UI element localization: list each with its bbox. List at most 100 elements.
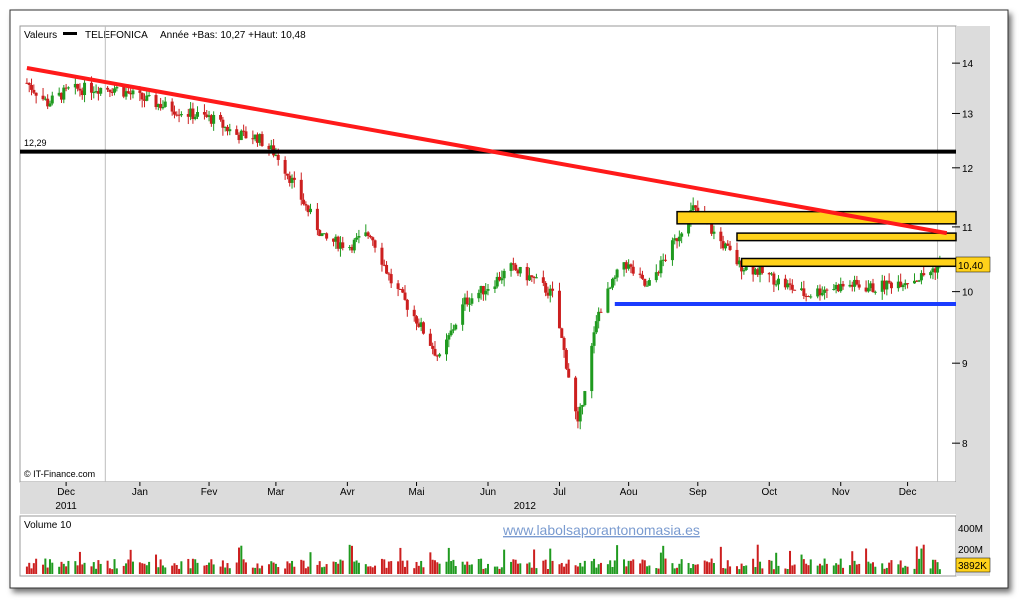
candle-body bbox=[138, 90, 142, 93]
candle-body bbox=[790, 284, 794, 290]
candle-body bbox=[680, 233, 684, 237]
volume-bar bbox=[885, 567, 888, 574]
volume-bar bbox=[390, 561, 393, 574]
volume-bar bbox=[510, 561, 513, 574]
volume-bar bbox=[180, 561, 183, 574]
candle-body bbox=[465, 297, 469, 305]
watermark[interactable]: www.labolsaporantonomasia.es bbox=[502, 522, 700, 538]
volume-bar bbox=[438, 563, 441, 574]
volume-bar bbox=[759, 561, 762, 574]
candle-body bbox=[292, 177, 296, 180]
candle-body bbox=[193, 116, 197, 119]
volume-bar bbox=[463, 564, 466, 574]
candle-body bbox=[468, 303, 472, 305]
candle-body bbox=[590, 345, 594, 392]
volume-bar bbox=[616, 545, 619, 574]
volume-bar bbox=[35, 558, 38, 574]
candle-body bbox=[428, 333, 432, 346]
volume-bar bbox=[770, 560, 773, 574]
volume-bar bbox=[530, 567, 533, 574]
candle-body bbox=[825, 289, 829, 291]
volume-bar bbox=[145, 565, 148, 574]
volume-bar bbox=[353, 561, 356, 574]
volume-bar bbox=[710, 558, 713, 574]
volume-bar bbox=[818, 563, 821, 574]
volume-bar bbox=[111, 569, 114, 574]
candle-body bbox=[202, 112, 206, 115]
volume-bar bbox=[81, 564, 84, 574]
y-tick-label: 10 bbox=[962, 288, 974, 299]
volume-bar bbox=[364, 564, 367, 574]
volume-bar bbox=[127, 559, 130, 574]
volume-bar bbox=[470, 564, 473, 574]
volume-bar bbox=[832, 565, 835, 574]
candle-body bbox=[776, 278, 780, 285]
candle-body bbox=[640, 274, 644, 279]
volume-bar bbox=[270, 561, 273, 574]
candle-body bbox=[493, 286, 497, 289]
volume-bar bbox=[901, 567, 904, 574]
volume-bar bbox=[385, 567, 388, 574]
volume-bar bbox=[189, 568, 192, 574]
volume-bar bbox=[726, 560, 729, 574]
volume-bar bbox=[371, 567, 374, 574]
volume-bar bbox=[341, 560, 344, 574]
x-tick-label: Oct bbox=[761, 487, 777, 498]
volume-bar bbox=[593, 558, 596, 574]
volume-bar bbox=[574, 565, 577, 574]
volume-bar bbox=[627, 560, 630, 574]
volume-bar bbox=[874, 566, 877, 574]
volume-bar bbox=[159, 559, 162, 574]
volume-bar bbox=[422, 567, 425, 574]
volume-bar bbox=[164, 567, 167, 574]
volume-bar bbox=[254, 567, 257, 574]
volume-bar bbox=[858, 563, 861, 574]
price-panel bbox=[19, 25, 957, 483]
volume-bar bbox=[719, 546, 722, 574]
candle-body bbox=[906, 283, 910, 285]
x-tick-label: Aou bbox=[620, 487, 638, 498]
candle-body bbox=[403, 292, 407, 300]
volume-bar bbox=[122, 565, 125, 574]
candle-body bbox=[30, 84, 34, 90]
volume-bar bbox=[639, 563, 642, 574]
volume-bar bbox=[286, 561, 289, 574]
candle-body bbox=[774, 284, 778, 286]
volume-bar bbox=[97, 560, 100, 574]
x-tick-label: Sep bbox=[689, 487, 707, 498]
stock-chart: Valeurs TELEFONICA Année +Bas: 10,27 +Ha… bbox=[9, 9, 1009, 589]
candle-body bbox=[415, 316, 419, 324]
volume-bar bbox=[680, 559, 683, 574]
volume-bar bbox=[906, 566, 909, 574]
volume-bar bbox=[692, 564, 695, 574]
volume-bar bbox=[934, 559, 937, 574]
volume-bar bbox=[482, 568, 485, 574]
candle-body bbox=[62, 87, 66, 100]
volume-bar bbox=[468, 564, 471, 574]
candle-body bbox=[647, 280, 651, 286]
volume-bar bbox=[187, 558, 190, 574]
volume-bar bbox=[786, 568, 789, 574]
volume-bar bbox=[466, 561, 469, 574]
candle-body bbox=[235, 129, 239, 135]
candle-body bbox=[221, 119, 225, 128]
volume-bar bbox=[318, 561, 321, 574]
candle-body bbox=[106, 87, 110, 90]
candle-body bbox=[161, 106, 165, 109]
volume-bar bbox=[549, 548, 552, 574]
candle-body bbox=[901, 285, 905, 288]
volume-bar bbox=[646, 566, 649, 574]
volume-bar bbox=[387, 561, 390, 574]
volume-bar bbox=[922, 544, 925, 574]
volume-bar bbox=[565, 563, 568, 574]
candle-body bbox=[567, 368, 571, 378]
volume-bar bbox=[611, 566, 614, 574]
candle-body bbox=[857, 284, 861, 288]
candle-body bbox=[866, 288, 870, 292]
volume-bar bbox=[756, 544, 759, 574]
volume-bar bbox=[625, 566, 628, 574]
candle-body bbox=[643, 278, 647, 286]
volume-bar bbox=[742, 565, 745, 574]
volume-bar bbox=[583, 560, 586, 574]
header-ticker: TELEFONICA bbox=[85, 30, 148, 41]
